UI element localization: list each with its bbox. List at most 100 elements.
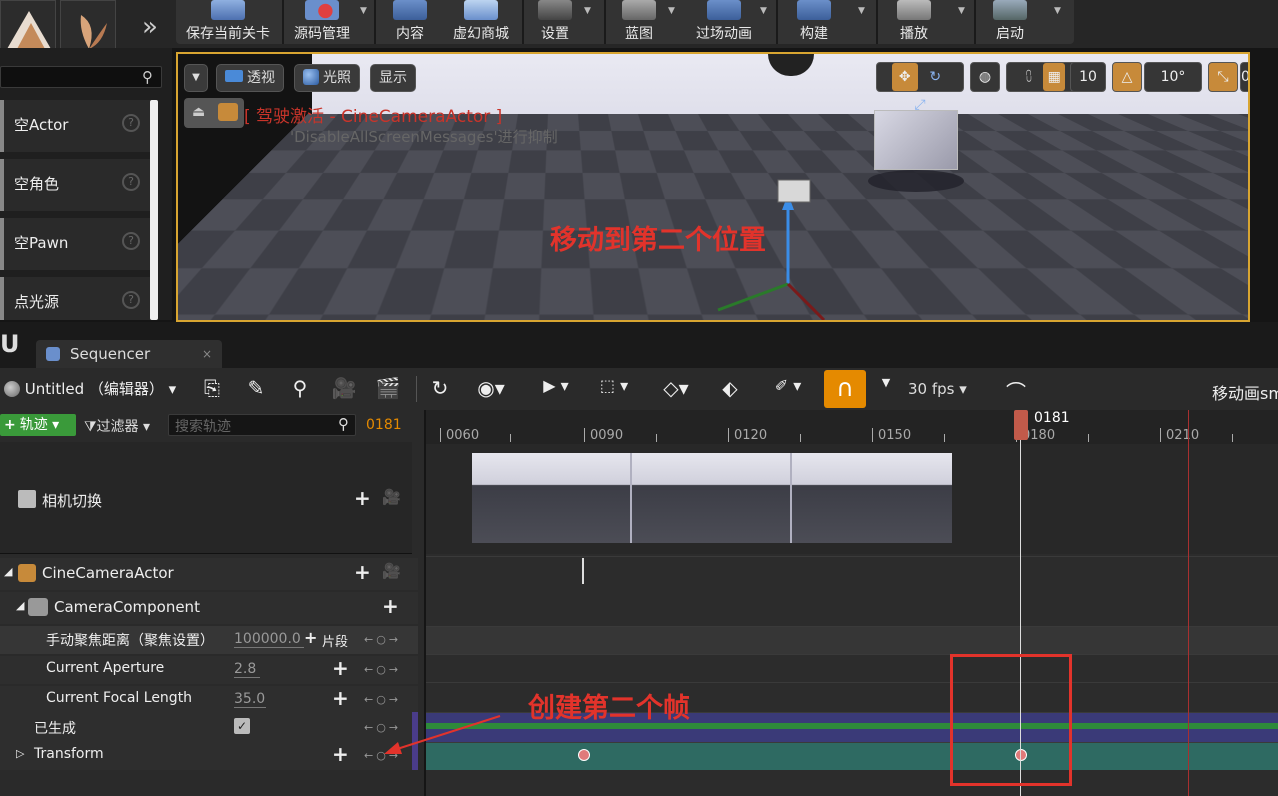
scale-snap-icon[interactable]: ⤡ [1208,62,1238,92]
checkbox-checked-icon[interactable]: ✓ [234,718,250,734]
perspective-button[interactable]: 透视 [216,64,284,92]
grid-snap-group[interactable]: ⩇ ▦ [1006,62,1078,92]
actor-lane[interactable] [426,556,1278,626]
pilot-controls[interactable]: ⏏ [184,98,244,128]
add-track-button[interactable]: + 轨迹 ▾ [0,414,76,436]
actor-track-row[interactable]: ◢ CineCameraActor + 🎥 [0,558,418,590]
snap-magnet-button[interactable]: ∩ [824,370,866,408]
auto-key-icon[interactable]: ⬖ [716,376,744,402]
current-frame[interactable]: 0181 [366,417,402,433]
search-input[interactable] [0,66,162,88]
key-navigation-icon[interactable]: ←○→ [364,633,401,646]
transform-lane[interactable] [426,742,1278,770]
focus-distance-row[interactable]: 手动聚焦距离（聚焦设置） 100000.0 + 片段 ←○→ [0,626,418,654]
chevron-down-icon[interactable]: ▼ [858,6,865,16]
surface-snap-icon[interactable]: ⩇ [1019,63,1039,91]
aperture-row[interactable]: Current Aperture 2.8 + ←○→ [0,656,418,684]
play-button[interactable]: 播放 [886,0,942,44]
focal-length-row[interactable]: Current Focal Length 35.0 + ←○→ [0,686,418,714]
camera-icon[interactable]: 🎥 [330,376,358,402]
rotate-icon[interactable]: ↻ [922,63,948,91]
lit-mode-button[interactable]: 光照 [294,64,360,92]
rotation-snap-icon[interactable]: △ [1112,62,1142,92]
add-plus-icon[interactable]: + [382,594,399,618]
build-button[interactable]: 构建 [788,0,840,44]
source-control-button[interactable]: 源码管理 [288,0,356,44]
place-item-empty-pawn[interactable]: 空Pawn ? [0,218,150,270]
help-icon[interactable]: ? [122,232,140,250]
scale-snap-value[interactable]: 0.25 [1240,62,1248,92]
place-item-empty-character[interactable]: 空角色 ? [0,159,150,211]
fps-dropdown[interactable]: 30 fps ▾ [908,380,967,398]
playhead-handle[interactable] [1014,410,1028,440]
transform-mode-group[interactable]: ✥ ↻ ⤢ [876,62,964,113]
sequence-name-dropdown[interactable]: Untitled （编辑器） ▾ [4,378,176,399]
camera-cut-thumbnails[interactable] [472,453,952,543]
chevron-down-icon[interactable]: ▼ [872,376,900,402]
play-options-icon[interactable]: ▶ ▾ [536,376,576,402]
rotation-snap-value[interactable]: 10° [1144,62,1202,92]
save-as-icon[interactable]: ✎ [242,376,270,402]
add-plus-icon[interactable]: + [332,742,349,766]
scrollbar[interactable] [150,100,158,320]
search-icon[interactable]: ⚲ [338,415,349,433]
viewport-options-button[interactable]: ▼ [184,64,208,92]
eject-icon[interactable]: ⏏ [192,104,205,120]
key-navigation-icon[interactable]: ←○→ [364,663,401,676]
add-plus-icon[interactable]: + [332,656,349,680]
blueprints-button[interactable]: 蓝图 [612,0,666,44]
track-search-input[interactable]: 搜索轨迹 ⚲ [168,414,356,436]
camera-icon[interactable]: 🎥 [382,488,401,506]
time-ruler[interactable]: 0060 0090 0120 0150 0180 0210 [426,410,1278,444]
save-sequence-icon[interactable]: ⎘ [198,376,226,402]
scale-icon[interactable]: ⤢ [907,91,933,119]
aperture-lane[interactable] [426,654,1278,682]
grid-value[interactable]: 10 [1070,62,1106,92]
marketplace-button[interactable]: 虚幻商城 [446,0,516,44]
add-plus-icon[interactable]: + [354,486,371,510]
help-icon[interactable]: ? [122,173,140,191]
focus-distance-lane[interactable] [426,626,1278,654]
filter-button[interactable]: ⧩过滤器 ▾ [84,416,150,436]
expand-arrow-icon[interactable]: ◢ [4,565,12,578]
show-button[interactable]: 显示 [370,64,416,92]
expand-arrow-icon[interactable]: ◢ [16,599,24,612]
restore-state-icon[interactable]: ↻ [426,376,454,402]
selection-options-icon[interactable]: ⬚ ▾ [594,376,634,402]
render-movie-icon[interactable]: 🎬 [374,376,402,402]
spawned-row[interactable]: 已生成 ✓ ←○→ [0,714,418,742]
cinematics-button[interactable]: 过场动画 [690,0,758,44]
add-plus-icon[interactable]: + [332,686,349,710]
keyframe-1[interactable] [578,749,590,761]
end-range-line[interactable] [1188,410,1189,796]
key-navigation-icon[interactable]: ←○→ [364,693,401,706]
help-icon[interactable]: ? [122,114,140,132]
playback-options-icon[interactable]: ◉▾ [470,376,512,402]
content-button[interactable]: 内容 [382,0,438,44]
world-local-icon[interactable]: ◍ [970,62,1000,92]
camera-cut-row[interactable]: 相机切换 + 🎥 [0,442,412,554]
camera-icon[interactable]: 🎥 [382,562,401,580]
chevron-down-icon[interactable]: ▼ [668,6,675,16]
transform-row[interactable]: ▷ Transform + ←○→ [0,742,418,770]
place-item-empty-actor[interactable]: 空Actor ? [0,100,150,152]
add-plus-icon[interactable]: + [354,560,371,584]
grid-icon[interactable]: ▦ [1043,63,1066,91]
close-icon[interactable]: × [202,340,212,368]
collapse-arrow-icon[interactable]: ▷ [16,747,24,760]
find-in-browser-icon[interactable]: ⚲ [286,376,314,402]
chevron-down-icon[interactable]: ▼ [958,6,965,16]
add-plus-icon[interactable]: + [304,628,317,647]
level-viewport[interactable]: ▼ 透视 光照 显示 ⏏ [ 驾驶激活 - CineCameraActor ] … [176,52,1250,322]
cube-mesh[interactable] [874,110,958,170]
chevron-down-icon[interactable]: ▼ [760,6,767,16]
chevron-down-icon[interactable]: ▼ [584,6,591,16]
settings-button[interactable]: 设置 [530,0,580,44]
save-level-button[interactable]: 保存当前关卡 [180,0,276,44]
help-icon[interactable]: ? [122,291,140,309]
launch-button[interactable]: 启动 [984,0,1036,44]
toolbar-expand-icon[interactable]: » [142,12,158,42]
chevron-down-icon[interactable]: ▼ [1054,6,1061,16]
edit-options-icon[interactable]: ✐ ▾ [766,376,810,402]
place-item-point-light[interactable]: 点光源 ? [0,277,150,320]
